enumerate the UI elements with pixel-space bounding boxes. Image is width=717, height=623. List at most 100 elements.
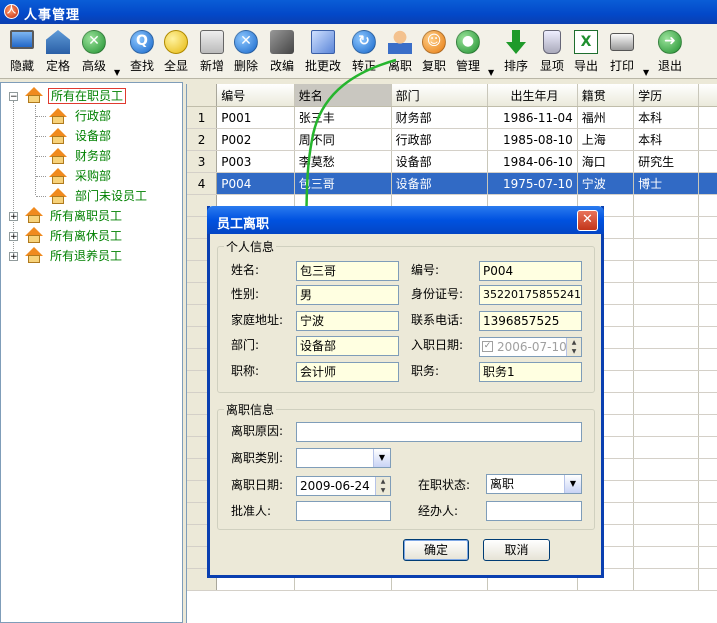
cancel-button[interactable]: 取消 [483, 539, 550, 561]
cell[interactable]: 1975-07-10 [487, 172, 578, 195]
cell[interactable]: 1985-08-10 [487, 128, 578, 151]
cell[interactable]: 本科 [633, 128, 699, 151]
phone-field[interactable]: 1396857525 [479, 311, 582, 331]
freeze-button[interactable]: 定格 [42, 28, 74, 74]
cell[interactable]: P004 [216, 172, 295, 195]
regularize-button[interactable]: ↻ 转正 [348, 28, 380, 74]
cell[interactable]: 财务部 [391, 106, 489, 129]
tree-node-finance-dept[interactable]: 财务部 [73, 146, 113, 166]
column-header[interactable]: 姓名 [294, 84, 392, 107]
handler-field[interactable] [486, 501, 582, 521]
post-field[interactable]: 职务1 [479, 362, 582, 382]
cell[interactable]: P002 [216, 128, 295, 151]
type-select[interactable]: ▼ [296, 448, 391, 468]
reinstate-button-label: 复职 [421, 59, 446, 73]
cell[interactable]: 李莫愁 [294, 150, 392, 173]
leave-date-spinner[interactable]: ▲ ▼ [375, 477, 390, 495]
renumber-button[interactable]: 改编 [266, 28, 298, 74]
print-button[interactable]: 打印 [606, 28, 638, 74]
idcard-field[interactable]: 352201758552417 [479, 285, 582, 305]
add-button[interactable]: 新增 [196, 28, 228, 74]
cell[interactable]: 张三丰 [294, 106, 392, 129]
close-icon[interactable]: ✕ [577, 210, 598, 231]
address-field[interactable]: 宁波 [296, 311, 399, 331]
cell[interactable] [698, 128, 717, 151]
name-field[interactable]: 包三哥 [296, 261, 399, 281]
exit-button[interactable]: ➜ 退出 [654, 28, 686, 74]
printer-icon [610, 33, 634, 51]
cell[interactable] [698, 172, 717, 195]
cell[interactable]: 福州 [577, 106, 635, 129]
ok-button[interactable]: 确定 [403, 539, 469, 561]
batch-change-button[interactable]: 批更改 [302, 28, 344, 74]
column-header[interactable]: 学历 [633, 84, 699, 107]
column-header[interactable]: 部门 [391, 84, 489, 107]
search-button[interactable]: Q 查找 [126, 28, 158, 74]
tree-node-unassigned[interactable]: 部门未设员工 [73, 186, 149, 206]
reason-field[interactable] [296, 422, 582, 442]
tree-node-admin-dept[interactable]: 行政部 [73, 106, 113, 126]
show-all-button[interactable]: 全显 [160, 28, 192, 74]
column-header[interactable]: 编号 [216, 84, 295, 107]
reinstate-button[interactable]: ☺ 复职 [418, 28, 450, 74]
cell[interactable]: 设备部 [391, 150, 489, 173]
status-select[interactable]: 离职 ▼ [486, 474, 582, 494]
cell[interactable]: 周不同 [294, 128, 392, 151]
chevron-down-icon[interactable]: ▼ [373, 449, 390, 467]
approver-field[interactable] [296, 501, 391, 521]
table-row[interactable]: 2 P002 周不同 行政部 1985-08-10 上海 本科 [187, 128, 717, 151]
cell[interactable]: 1984-06-10 [487, 150, 578, 173]
advanced-button[interactable]: ✕ 高级 [78, 28, 110, 74]
chevron-down-icon[interactable]: ▼ [564, 475, 581, 493]
advanced-dropdown-arrow[interactable]: ▼ [114, 68, 120, 77]
id-field[interactable]: P004 [479, 261, 582, 281]
tree-collapse-toggle[interactable]: − [9, 92, 18, 102]
dept-field[interactable]: 设备部 [296, 336, 399, 356]
tree-expand-toggle[interactable]: + [9, 252, 18, 262]
column-header[interactable]: 籍贯 [577, 84, 635, 107]
manage-dropdown-arrow[interactable]: ▼ [488, 68, 494, 77]
tree-node-retreat[interactable]: 所有退养员工 [48, 246, 124, 266]
tree-node-active-employees[interactable]: 所有在职员工 [48, 86, 127, 106]
cell[interactable]: 行政部 [391, 128, 489, 151]
hire-date-checkbox[interactable]: ✓ [482, 341, 493, 352]
cell[interactable]: 研究生 [633, 150, 699, 173]
table-row[interactable]: 3 P003 李莫愁 设备部 1984-06-10 海口 研究生 [187, 150, 717, 173]
tree-node-resigned[interactable]: 所有离职员工 [48, 206, 124, 226]
excel-icon: X [574, 30, 598, 54]
table-row[interactable]: 1 P001 张三丰 财务部 1986-11-04 福州 本科 [187, 106, 717, 129]
table-row-selected[interactable]: 4 P004 包三哥 设备部 1975-07-10 宁波 博士 [187, 172, 717, 195]
cell[interactable]: 包三哥 [294, 172, 392, 195]
cell[interactable]: 1986-11-04 [487, 106, 578, 129]
cell[interactable]: 海口 [577, 150, 635, 173]
resign-button[interactable]: 离职 [384, 28, 416, 74]
tree-node-equipment-dept[interactable]: 设备部 [73, 126, 113, 146]
cell[interactable]: P003 [216, 150, 295, 173]
cell[interactable]: 上海 [577, 128, 635, 151]
hire-date-picker[interactable]: ✓ 2006-07-10 ▲ ▼ [479, 337, 582, 357]
gender-field[interactable]: 男 [296, 285, 399, 305]
tree-expand-toggle[interactable]: + [9, 212, 18, 222]
hire-date-spinner[interactable]: ▲ ▼ [566, 338, 581, 356]
export-button[interactable]: X 导出 [570, 28, 602, 74]
tree-node-retired[interactable]: 所有离休员工 [48, 226, 124, 246]
cell[interactable]: 宁波 [577, 172, 635, 195]
leave-date-picker[interactable]: 2009-06-24 ▲ ▼ [296, 476, 391, 496]
hide-button[interactable]: 隐藏 [6, 28, 38, 74]
delete-button[interactable]: ✕ 删除 [230, 28, 262, 74]
cell[interactable]: 设备部 [391, 172, 489, 195]
tree-expand-toggle[interactable]: + [9, 232, 18, 242]
column-header[interactable]: 出生年月 [487, 84, 578, 107]
cell[interactable]: 本科 [633, 106, 699, 129]
show-columns-button[interactable]: 显项 [536, 28, 568, 74]
manage-button[interactable]: ● 管理 [452, 28, 484, 74]
cell[interactable]: P001 [216, 106, 295, 129]
cell[interactable]: 博士 [633, 172, 699, 195]
cell[interactable] [698, 150, 717, 173]
sort-button[interactable]: 排序 [500, 28, 532, 74]
cell[interactable] [698, 106, 717, 129]
title-field[interactable]: 会计师 [296, 362, 399, 382]
print-dropdown-arrow[interactable]: ▼ [643, 68, 649, 77]
tree-node-purchasing-dept[interactable]: 采购部 [73, 166, 113, 186]
home-icon [49, 188, 67, 204]
